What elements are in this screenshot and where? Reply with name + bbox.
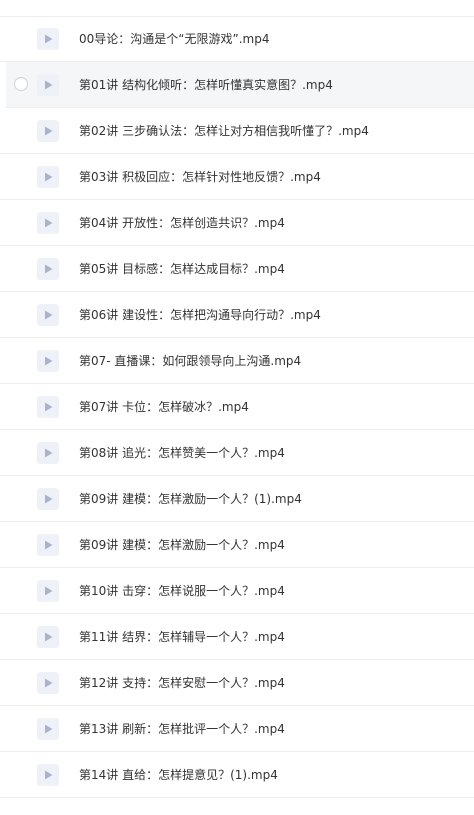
video-file-icon — [37, 488, 59, 510]
video-file-icon — [37, 672, 59, 694]
file-row[interactable]: 第09讲 建模：怎样激励一个人？(1).mp4 — [0, 476, 474, 522]
file-name[interactable]: 第01讲 结构化倾听：怎样听懂真实意图？.mp4 — [79, 62, 333, 108]
file-name[interactable]: 第09讲 建模：怎样激励一个人？.mp4 — [79, 522, 285, 568]
video-file-icon — [37, 258, 59, 280]
video-file-icon — [37, 350, 59, 372]
list-top-edge — [0, 0, 474, 17]
file-row[interactable]: 00导论：沟通是个“无限游戏”.mp4 — [0, 16, 474, 62]
video-file-icon — [37, 764, 59, 786]
video-file-icon — [37, 580, 59, 602]
file-name[interactable]: 00导论：沟通是个“无限游戏”.mp4 — [79, 16, 269, 62]
file-name[interactable]: 第07讲 卡位：怎样破冰？.mp4 — [79, 384, 249, 430]
file-name[interactable]: 第11讲 结界：怎样辅导一个人？.mp4 — [79, 614, 285, 660]
file-name[interactable]: 第04讲 开放性：怎样创造共识？.mp4 — [79, 200, 285, 246]
file-row[interactable]: 第03讲 积极回应：怎样针对性地反馈？.mp4 — [0, 154, 474, 200]
file-list: 00导论：沟通是个“无限游戏”.mp4 第01讲 结构化倾听：怎样听懂真实意图？.… — [0, 16, 474, 798]
file-row[interactable]: 第08讲 追光：怎样赞美一个人？.mp4 — [0, 430, 474, 476]
file-row[interactable]: 第07- 直播课：如何跟领导向上沟通.mp4 — [0, 338, 474, 384]
video-file-icon — [37, 442, 59, 464]
video-file-icon — [37, 304, 59, 326]
file-name[interactable]: 第02讲 三步确认法：怎样让对方相信我听懂了？.mp4 — [79, 108, 369, 154]
file-row[interactable]: 第02讲 三步确认法：怎样让对方相信我听懂了？.mp4 — [0, 108, 474, 154]
file-name[interactable]: 第07- 直播课：如何跟领导向上沟通.mp4 — [79, 338, 301, 384]
video-file-icon — [37, 396, 59, 418]
file-name[interactable]: 第09讲 建模：怎样激励一个人？(1).mp4 — [79, 476, 302, 522]
video-file-icon — [37, 534, 59, 556]
file-row[interactable]: 第07讲 卡位：怎样破冰？.mp4 — [0, 384, 474, 430]
video-file-icon — [37, 166, 59, 188]
file-row[interactable]: 第05讲 目标感：怎样达成目标？.mp4 — [0, 246, 474, 292]
video-file-icon — [37, 74, 59, 96]
file-row[interactable]: 第01讲 结构化倾听：怎样听懂真实意图？.mp4 — [6, 62, 474, 108]
file-row[interactable]: 第12讲 支持：怎样安慰一个人？.mp4 — [0, 660, 474, 706]
file-row[interactable]: 第11讲 结界：怎样辅导一个人？.mp4 — [0, 614, 474, 660]
file-row[interactable]: 第10讲 击穿：怎样说服一个人？.mp4 — [0, 568, 474, 614]
video-file-icon — [37, 28, 59, 50]
file-name[interactable]: 第06讲 建设性：怎样把沟通导向行动？.mp4 — [79, 292, 321, 338]
file-row[interactable]: 第14讲 直给：怎样提意见？(1).mp4 — [0, 752, 474, 798]
file-row[interactable]: 第06讲 建设性：怎样把沟通导向行动？.mp4 — [0, 292, 474, 338]
file-name[interactable]: 第08讲 追光：怎样赞美一个人？.mp4 — [79, 430, 285, 476]
file-row[interactable]: 第09讲 建模：怎样激励一个人？.mp4 — [0, 522, 474, 568]
video-file-icon — [37, 718, 59, 740]
video-file-icon — [37, 212, 59, 234]
file-name[interactable]: 第13讲 刷新：怎样批评一个人？.mp4 — [79, 706, 285, 752]
file-name[interactable]: 第12讲 支持：怎样安慰一个人？.mp4 — [79, 660, 285, 706]
video-file-icon — [37, 120, 59, 142]
file-name[interactable]: 第14讲 直给：怎样提意见？(1).mp4 — [79, 752, 278, 798]
file-name[interactable]: 第03讲 积极回应：怎样针对性地反馈？.mp4 — [79, 154, 321, 200]
video-file-icon — [37, 626, 59, 648]
file-name[interactable]: 第05讲 目标感：怎样达成目标？.mp4 — [79, 246, 285, 292]
file-row[interactable]: 第04讲 开放性：怎样创造共识？.mp4 — [0, 200, 474, 246]
file-name[interactable]: 第10讲 击穿：怎样说服一个人？.mp4 — [79, 568, 285, 614]
file-row[interactable]: 第13讲 刷新：怎样批评一个人？.mp4 — [0, 706, 474, 752]
select-checkbox[interactable] — [14, 77, 28, 91]
